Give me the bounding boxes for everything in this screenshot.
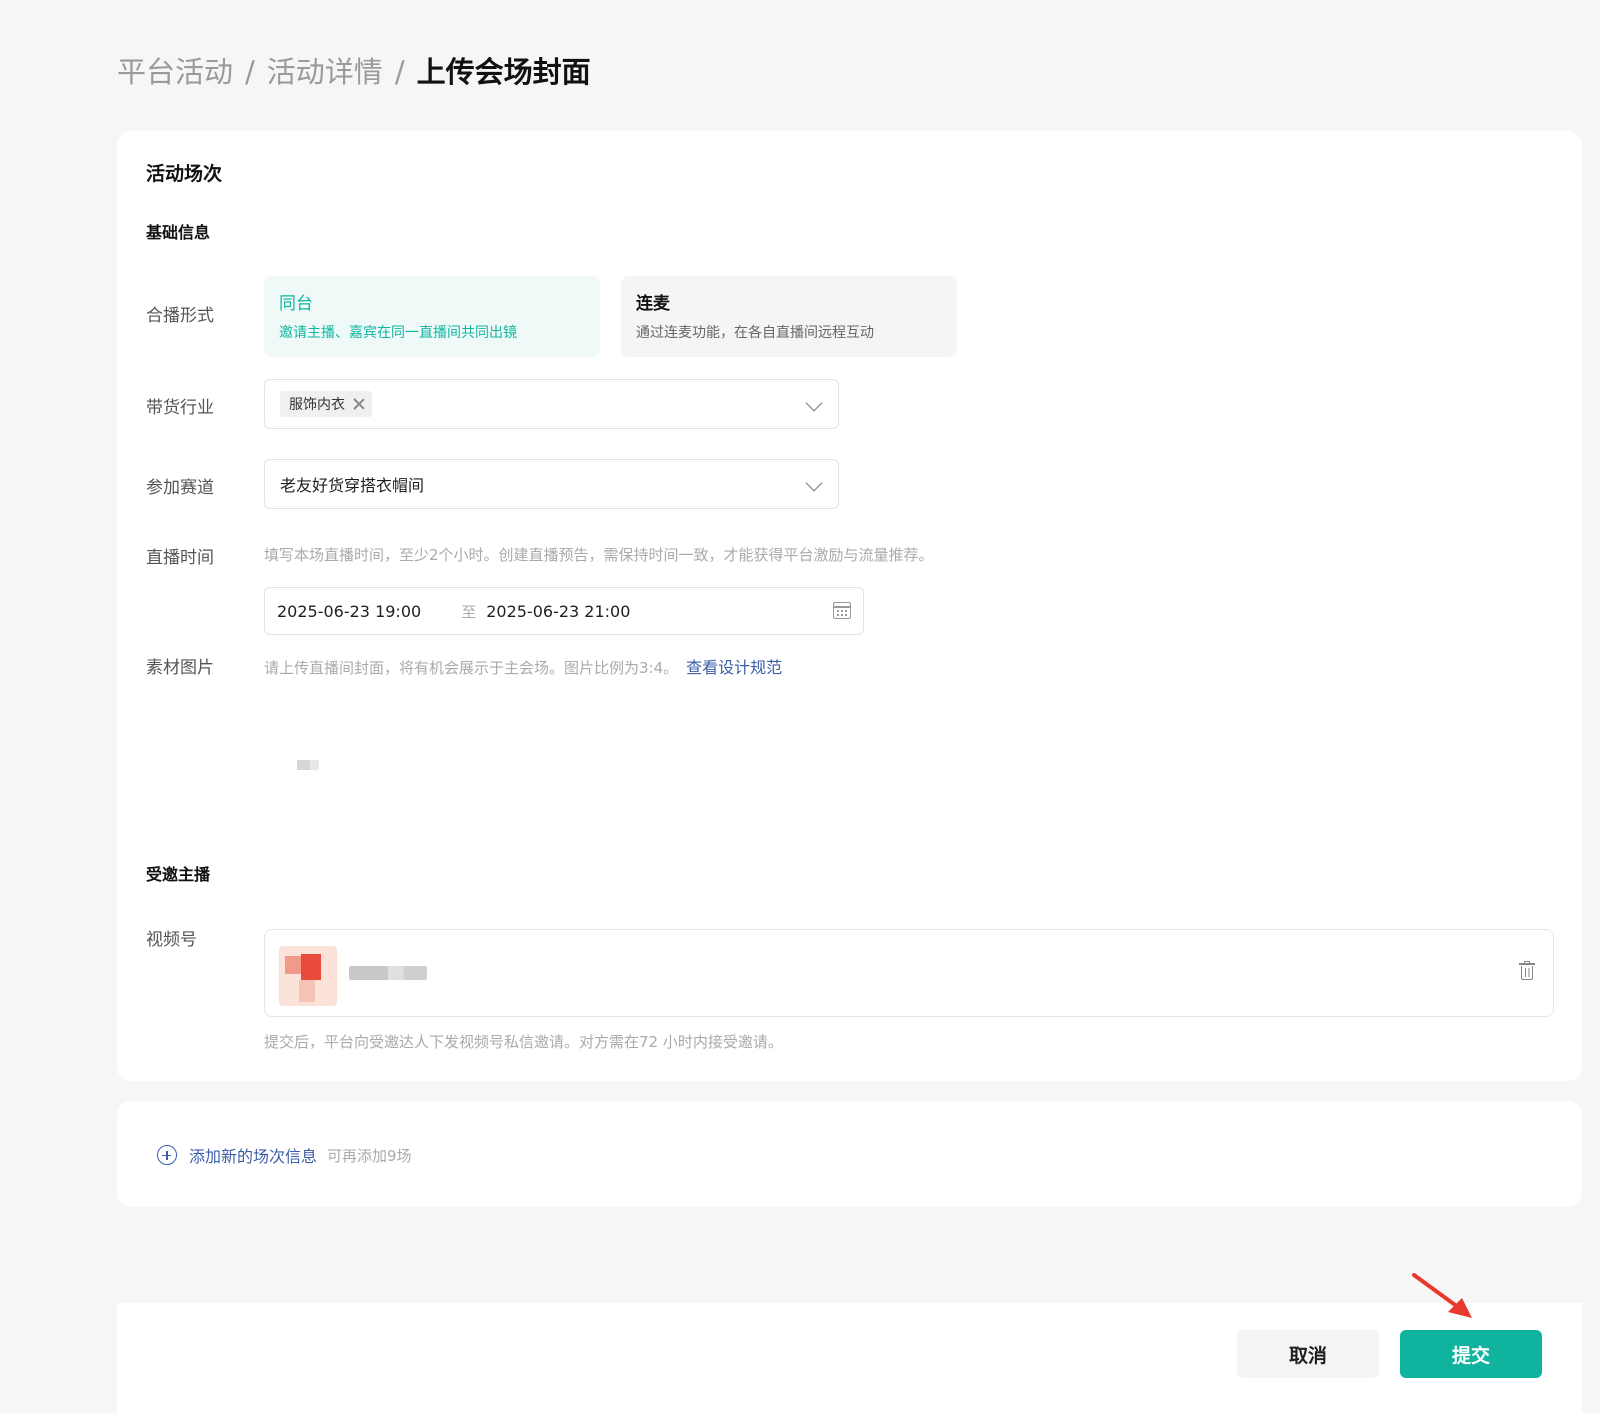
mode-option-co-streaming[interactable]: 连麦 通过连麦功能，在各自直播间远程互动 [621,276,957,357]
start-time-value[interactable]: 2025-06-23 19:00 [277,602,421,621]
mode-option-desc: 通过连麦功能，在各自直播间远程互动 [636,325,874,341]
chevron-down-icon [805,394,823,412]
invite-note: 提交后，平台向受邀达人下发视频号私信邀请。对方需在72 小时内接受邀请。 [264,1033,783,1051]
mode-option-title: 连麦 [636,294,670,314]
end-time-value[interactable]: 2025-06-23 21:00 [486,602,630,621]
industry-tag-label: 服饰内衣 [289,397,345,413]
calendar-icon[interactable] [833,602,851,619]
add-session-row[interactable]: 添加新的场次信息 可再添加9场 [157,1143,412,1167]
material-label: 素材图片 [146,658,214,678]
industry-label: 带货行业 [146,398,214,418]
industry-tag: 服饰内衣 [280,391,372,417]
design-spec-link[interactable]: 查看设计规范 [686,658,782,677]
uploaded-image-thumbnail[interactable] [297,760,319,770]
broadcast-mode-label: 合播形式 [146,306,214,326]
tag-remove-icon[interactable] [351,396,367,412]
trash-icon[interactable] [1519,961,1535,981]
page-title: 上传会场封面 [416,55,591,89]
mode-option-desc: 邀请主播、嘉宾在同一直播间共同出镜 [279,325,517,341]
section-title: 活动场次 [146,163,223,185]
track-select[interactable]: 老友好货穿搭衣帽间 [264,459,839,509]
annotation-arrow-icon [1412,1273,1472,1318]
date-range-picker[interactable]: 2025-06-23 19:00 至 2025-06-23 21:00 [264,587,864,635]
live-time-label: 直播时间 [146,548,214,568]
avatar [279,946,337,1006]
breadcrumb: 平台活动 / 活动详情 / 上传会场封面 [117,50,591,94]
industry-select[interactable]: 服饰内衣 [264,379,839,429]
cancel-button[interactable]: 取消 [1237,1330,1379,1378]
invited-anchor-title: 受邀主播 [146,865,211,884]
track-value: 老友好货穿搭衣帽间 [280,476,425,495]
material-hint-row: 请上传直播间封面，将有机会展示于主会场。图片比例为3:4。 查看设计规范 [264,654,782,678]
session-card: 活动场次 基础信息 合播形式 同台 邀请主播、嘉宾在同一直播间共同出镜 连麦 通… [117,131,1582,1081]
add-session-link[interactable]: 添加新的场次信息 [189,1143,317,1167]
anchor-name-redacted [349,966,427,980]
breadcrumb-item-activity-detail[interactable]: 活动详情 [267,50,383,94]
live-time-hint: 填写本场直播时间，至少2个小时。创建直播预告，需保持时间一致，才能获得平台激励与… [264,546,934,564]
breadcrumb-separator: / [394,55,405,89]
track-label: 参加赛道 [146,478,214,498]
breadcrumb-item-platform-activity[interactable]: 平台活动 [117,50,233,94]
footer-bar: 取消 提交 [117,1303,1582,1413]
date-range-separator: 至 [461,602,477,621]
channel-label: 视频号 [146,930,197,950]
submit-button[interactable]: 提交 [1400,1330,1542,1378]
chevron-down-icon [805,474,823,492]
material-hint: 请上传直播间封面，将有机会展示于主会场。图片比例为3:4。 [264,659,679,677]
anchor-entry [264,929,1554,1017]
mode-option-title: 同台 [279,294,313,314]
mode-option-same-stage[interactable]: 同台 邀请主播、嘉宾在同一直播间共同出镜 [264,276,600,357]
breadcrumb-separator: / [245,55,255,89]
add-session-card: 添加新的场次信息 可再添加9场 [117,1101,1582,1207]
basic-info-title: 基础信息 [146,223,211,242]
plus-circle-icon[interactable] [157,1145,177,1165]
add-session-remaining: 可再添加9场 [327,1146,412,1165]
